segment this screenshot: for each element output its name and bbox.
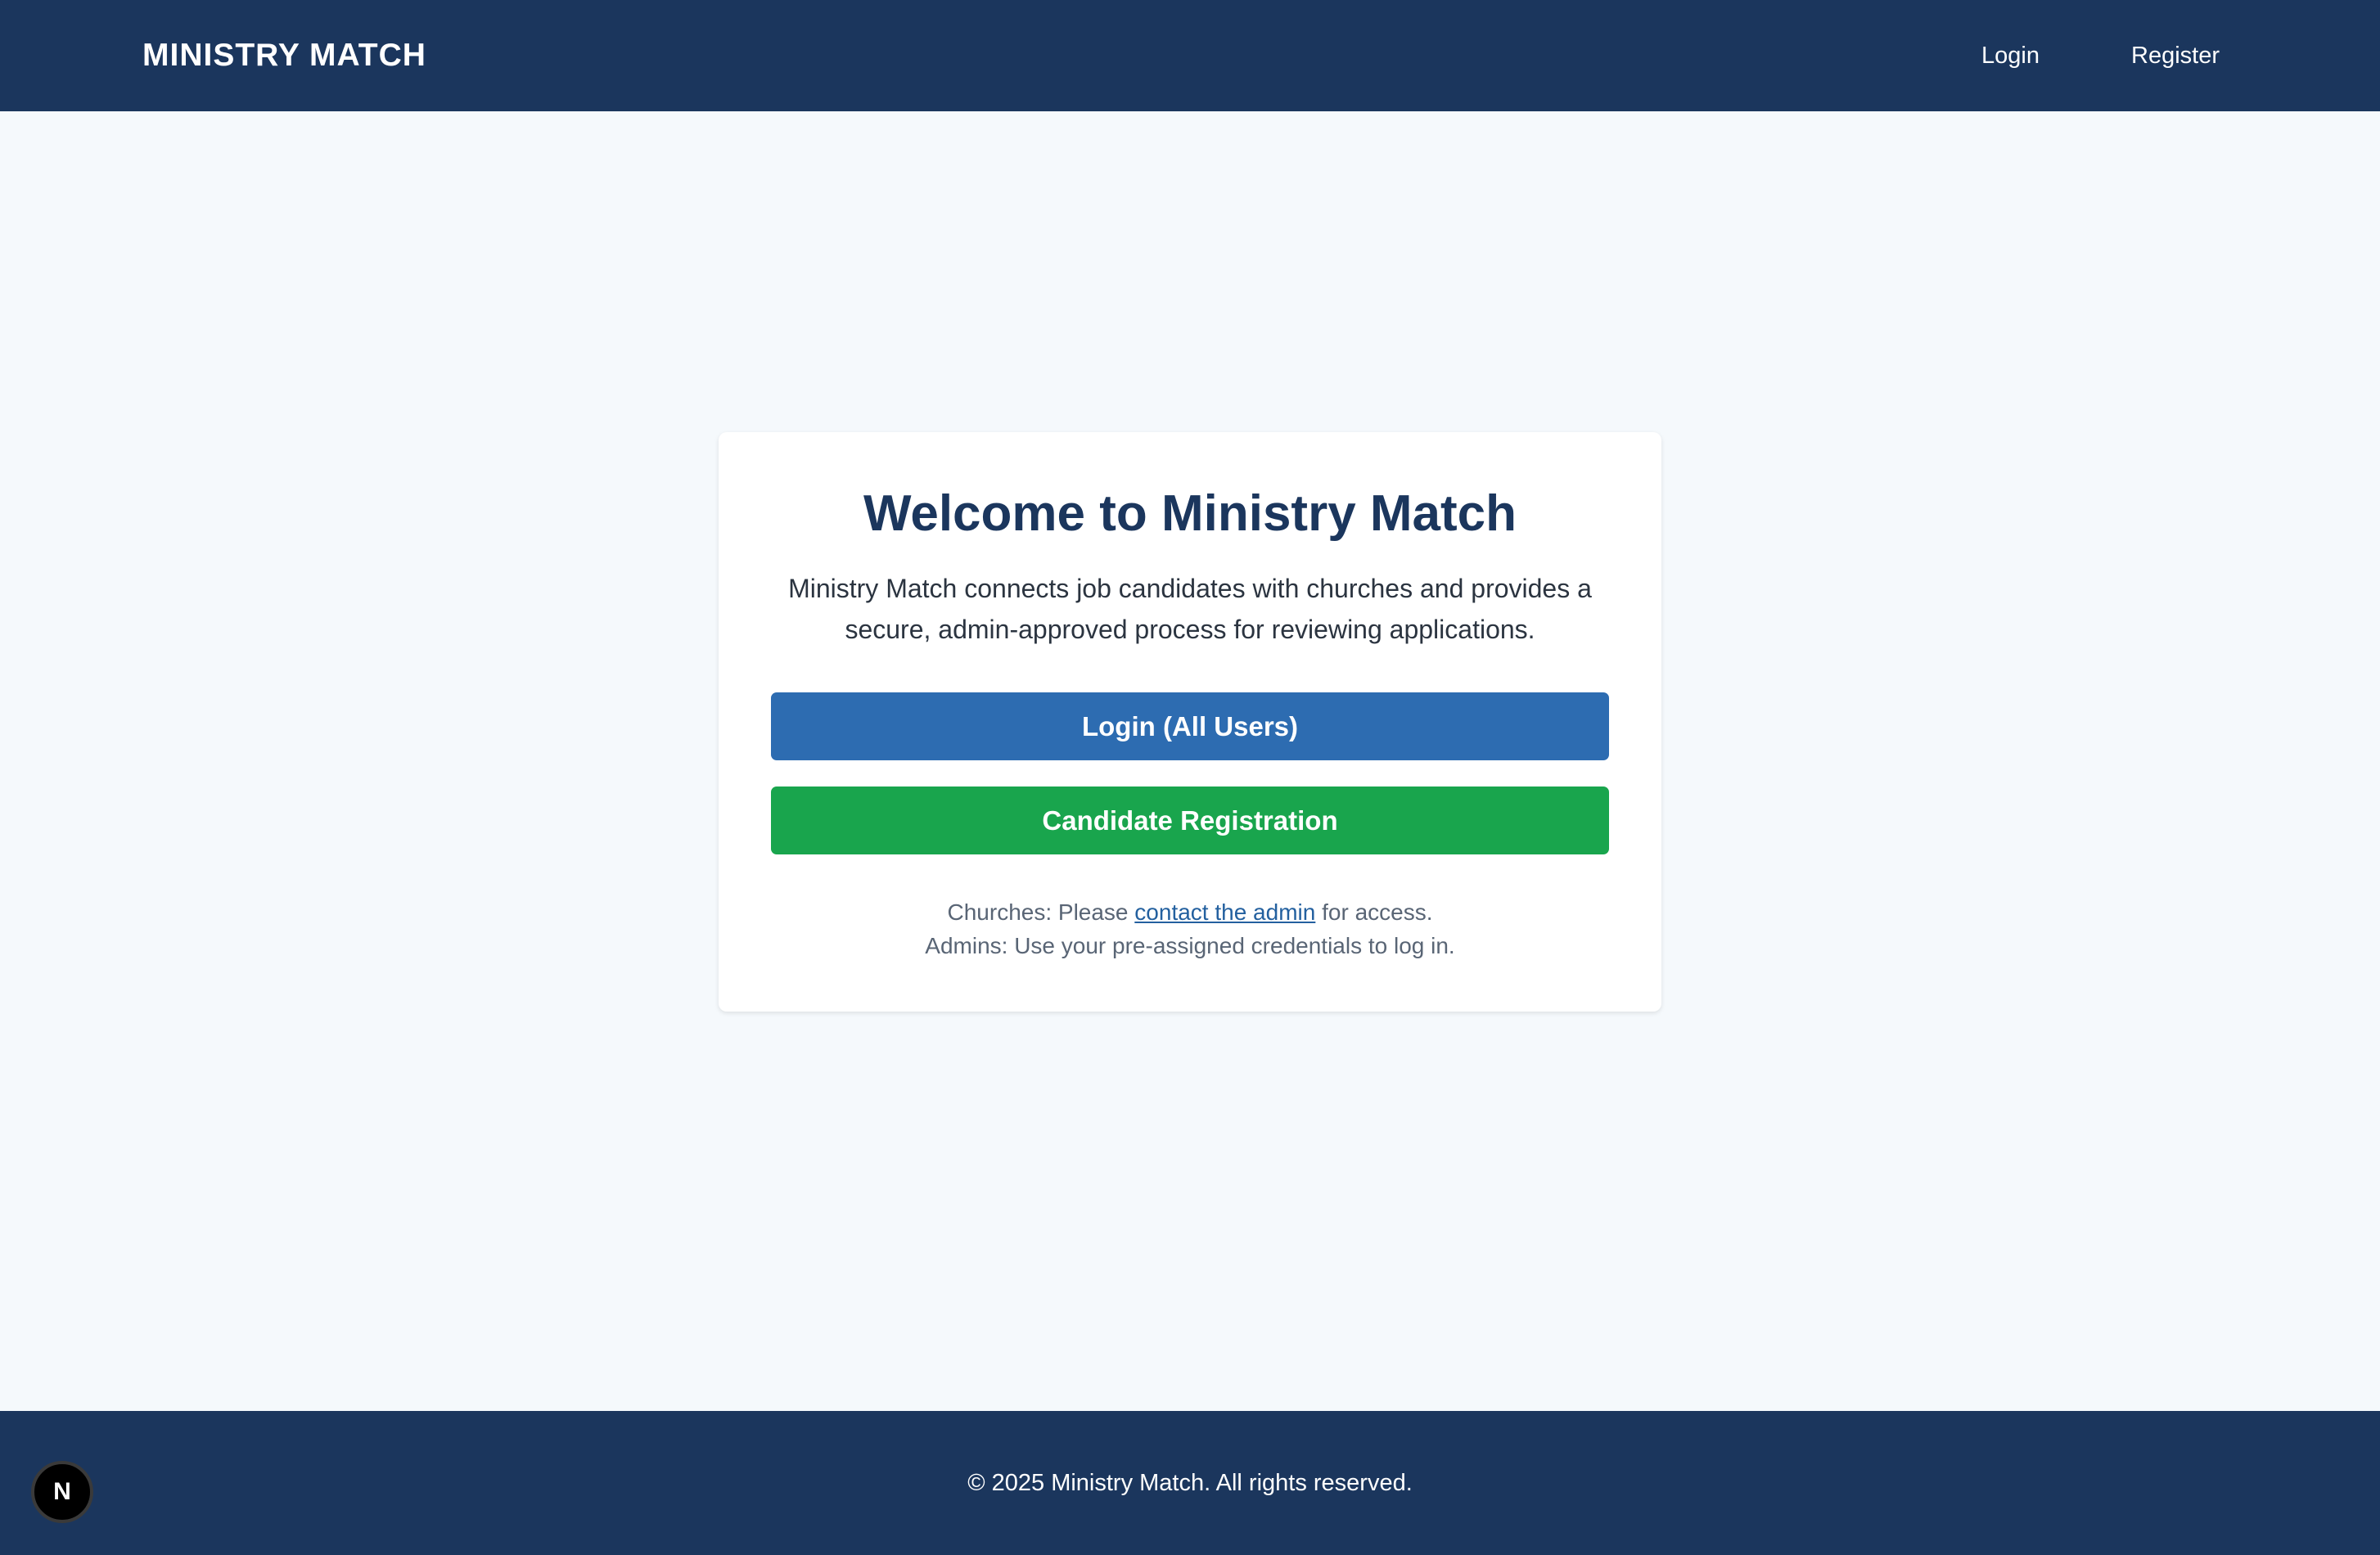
- candidate-registration-button[interactable]: Candidate Registration: [771, 787, 1609, 854]
- admins-note: Admins: Use your pre-assigned credential…: [925, 933, 1455, 958]
- churches-note: Churches: Please contact the admin for a…: [771, 895, 1609, 929]
- main-nav: Login Register: [1981, 43, 2220, 70]
- copyright-text: © 2025 Ministry Match. All rights reserv…: [967, 1469, 1413, 1496]
- intro-text: Ministry Match connects job candidates w…: [788, 574, 1592, 644]
- site-footer: © 2025 Ministry Match. All rights reserv…: [0, 1411, 2380, 1555]
- contact-admin-link[interactable]: contact the admin: [1134, 899, 1315, 925]
- nav-login-link[interactable]: Login: [1981, 43, 2040, 70]
- nav-register-link[interactable]: Register: [2131, 43, 2220, 70]
- site-header: MINISTRY MATCH Login Register: [0, 0, 2380, 111]
- access-notes: Churches: Please contact the admin for a…: [771, 895, 1609, 962]
- welcome-card: Welcome to Ministry Match Ministry Match…: [719, 432, 1661, 1012]
- churches-note-prefix: Churches: Please: [947, 899, 1135, 925]
- login-button[interactable]: Login (All Users): [771, 692, 1609, 760]
- page-title: Welcome to Ministry Match: [863, 485, 1517, 542]
- churches-note-suffix: for access.: [1315, 899, 1433, 925]
- nextjs-icon[interactable]: N: [31, 1461, 93, 1523]
- brand-logo[interactable]: MINISTRY MATCH: [142, 38, 426, 74]
